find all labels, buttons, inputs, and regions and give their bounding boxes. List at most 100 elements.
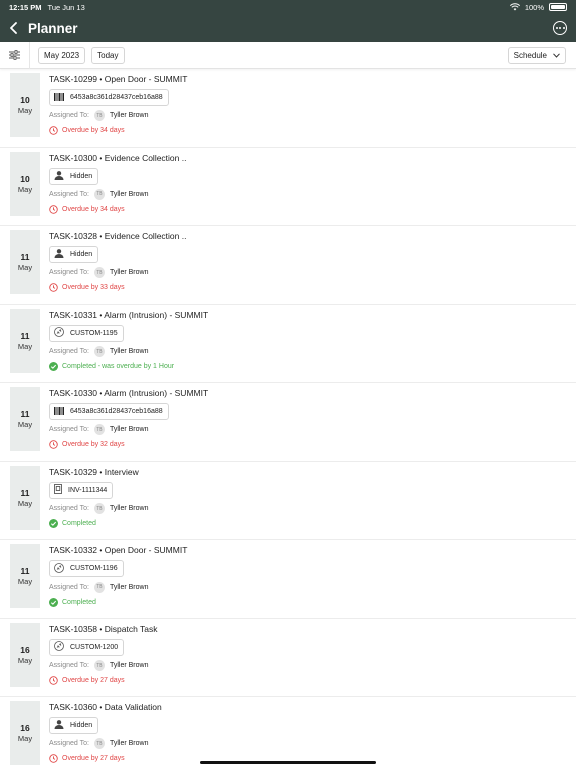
link-icon xyxy=(54,641,64,653)
task-month: May xyxy=(17,420,33,429)
task-body: TASK-10328 • Evidence Collection .. Hidde… xyxy=(49,231,566,292)
avatar: TB xyxy=(93,660,105,671)
assignee-name: Tyller Brown xyxy=(109,269,149,276)
more-options-button[interactable] xyxy=(553,21,567,35)
back-button[interactable] xyxy=(0,14,28,42)
task-row[interactable]: 11 May TASK-10330 • Alarm (Intrusion) - SU… xyxy=(0,383,576,462)
check-circle-icon xyxy=(49,362,58,371)
status-time: 12:15 PM xyxy=(9,2,42,12)
task-assignment: Assigned To: TB Tyller Brown xyxy=(49,188,566,200)
task-list: 10 May TASK-10299 • Open Door - SUMMIT 6453… xyxy=(0,69,576,768)
task-body: TASK-10358 • Dispatch Task CUSTOM-1200 Ass… xyxy=(49,624,566,686)
task-reference-chip[interactable]: CUSTOM-1195 xyxy=(49,324,124,342)
task-assignment: Assigned To: TB Tyller Brown xyxy=(49,581,566,593)
task-day: 10 xyxy=(20,173,30,184)
task-day: 11 xyxy=(20,330,30,341)
task-body: TASK-10360 • Data Validation Hidden Assign… xyxy=(49,702,566,763)
task-date: 16 May xyxy=(10,701,40,765)
assignee-name: Tyller Brown xyxy=(109,662,149,669)
task-body: TASK-10330 • Alarm (Intrusion) - SUMMIT 6… xyxy=(49,388,566,449)
assigned-to-label: Assigned To: xyxy=(49,348,89,355)
task-reference-chip[interactable]: 6453a8c361d28437ceb16a88 xyxy=(49,403,169,420)
barcode-icon xyxy=(54,92,64,103)
task-day: 16 xyxy=(20,644,30,655)
task-assignment: Assigned To: TB Tyller Brown xyxy=(49,267,566,278)
task-row[interactable]: 16 May TASK-10358 • Dispatch Task CUSTOM-12… xyxy=(0,619,576,697)
task-reference-chip[interactable]: Hidden xyxy=(49,167,99,185)
task-row[interactable]: 11 May TASK-10328 • Evidence Collection ..… xyxy=(0,226,576,305)
task-assignment: Assigned To: TB Tyller Brown xyxy=(49,660,566,671)
task-status: Completed - was overdue by 1 Hour xyxy=(49,362,566,371)
home-indicator xyxy=(200,761,376,764)
task-status-text: Overdue by 32 days xyxy=(62,441,125,448)
assigned-to-label: Assigned To: xyxy=(49,269,89,276)
task-date: 16 May xyxy=(10,622,40,687)
task-row[interactable]: 11 May TASK-10329 • Interview INV-1111344 As… xyxy=(0,462,576,540)
task-status-text: Completed - was overdue by 1 Hour xyxy=(62,363,175,370)
task-title: TASK-10328 • Evidence Collection .. xyxy=(49,231,187,241)
chevron-down-icon xyxy=(553,52,560,58)
task-body: TASK-10300 • Evidence Collection .. Hidde… xyxy=(49,153,566,214)
task-reference-chip[interactable]: INV-1111344 xyxy=(49,481,114,499)
assigned-to-label: Assigned To: xyxy=(49,505,89,512)
avatar: TB xyxy=(93,110,105,121)
task-day: 11 xyxy=(20,566,30,576)
task-date: 11 May xyxy=(10,387,40,451)
assigned-to-label: Assigned To: xyxy=(49,583,89,591)
task-date: 11 May xyxy=(10,230,40,294)
battery-icon xyxy=(549,3,567,11)
task-month: May xyxy=(17,734,33,743)
toolbar: May 2023 Today Schedule xyxy=(0,41,576,69)
task-reference: 6453a8c361d28437ceb16a88 xyxy=(70,94,163,101)
task-reference-chip[interactable]: Hidden xyxy=(49,717,99,734)
task-row[interactable]: 16 May TASK-10360 • Data Validation Hidden A… xyxy=(0,697,576,768)
task-date: 10 May xyxy=(10,73,40,137)
task-reference-chip[interactable]: CUSTOM-1200 xyxy=(49,638,125,656)
task-row[interactable]: 11 May TASK-10332 • Open Door - SUMMIT CUST… xyxy=(0,540,576,619)
status-bar: 12:15 PM Tue Jun 13 100% xyxy=(0,0,576,14)
today-button[interactable]: Today xyxy=(91,46,125,64)
task-status-text: Overdue by 27 days xyxy=(62,755,125,762)
task-row[interactable]: 10 May TASK-10299 • Open Door - SUMMIT 6453… xyxy=(0,69,576,148)
view-select-label: Schedule xyxy=(513,50,547,60)
page-title: Planner xyxy=(28,20,78,36)
task-assignment: Assigned To: TB Tyller Brown xyxy=(49,346,566,357)
filter-button[interactable] xyxy=(0,41,30,69)
task-month: May xyxy=(17,341,33,351)
more-icon xyxy=(555,27,558,29)
task-status: Overdue by 33 days xyxy=(49,283,566,292)
assignee-name: Tyller Brown xyxy=(109,583,149,591)
check-circle-icon xyxy=(49,519,58,528)
status-date: Tue Jun 13 xyxy=(47,2,85,12)
task-row[interactable]: 11 May TASK-10331 • Alarm (Intrusion) - SU… xyxy=(0,305,576,383)
person-icon xyxy=(54,720,64,731)
task-row[interactable]: 10 May TASK-10300 • Evidence Collection ..… xyxy=(0,148,576,226)
clock-icon xyxy=(49,204,58,214)
avatar: TB xyxy=(93,424,105,435)
task-status-text: Overdue by 34 days xyxy=(62,127,125,134)
view-select[interactable]: Schedule xyxy=(507,46,566,64)
task-reference-chip[interactable]: 6453a8c361d28437ceb16a88 xyxy=(49,89,169,106)
task-month: May xyxy=(17,498,33,508)
task-status: Overdue by 27 days xyxy=(49,676,566,685)
month-picker-button[interactable]: May 2023 xyxy=(38,46,86,64)
task-title: TASK-10299 • Open Door - SUMMIT xyxy=(49,74,188,84)
clock-icon xyxy=(49,126,58,135)
task-status: Overdue by 34 days xyxy=(49,126,566,135)
task-status-text: Overdue by 27 days xyxy=(62,677,125,684)
task-status: Completed xyxy=(49,597,566,607)
assigned-to-label: Assigned To: xyxy=(49,740,89,747)
task-month: May xyxy=(17,655,33,665)
task-status: Overdue by 34 days xyxy=(49,204,566,214)
task-reference: CUSTOM-1200 xyxy=(70,643,119,651)
task-reference-chip[interactable]: CUSTOM-1196 xyxy=(49,560,124,577)
task-reference-chip[interactable]: Hidden xyxy=(49,246,99,263)
barcode-icon xyxy=(54,406,64,417)
chevron-left-icon xyxy=(10,22,17,34)
task-day: 11 xyxy=(20,252,30,262)
task-date: 11 May xyxy=(10,544,40,608)
task-body: TASK-10299 • Open Door - SUMMIT 6453a8c36… xyxy=(49,74,566,135)
task-status: Overdue by 32 days xyxy=(49,440,566,449)
task-assignment: Assigned To: TB Tyller Brown xyxy=(49,503,566,514)
document-icon xyxy=(54,484,62,496)
